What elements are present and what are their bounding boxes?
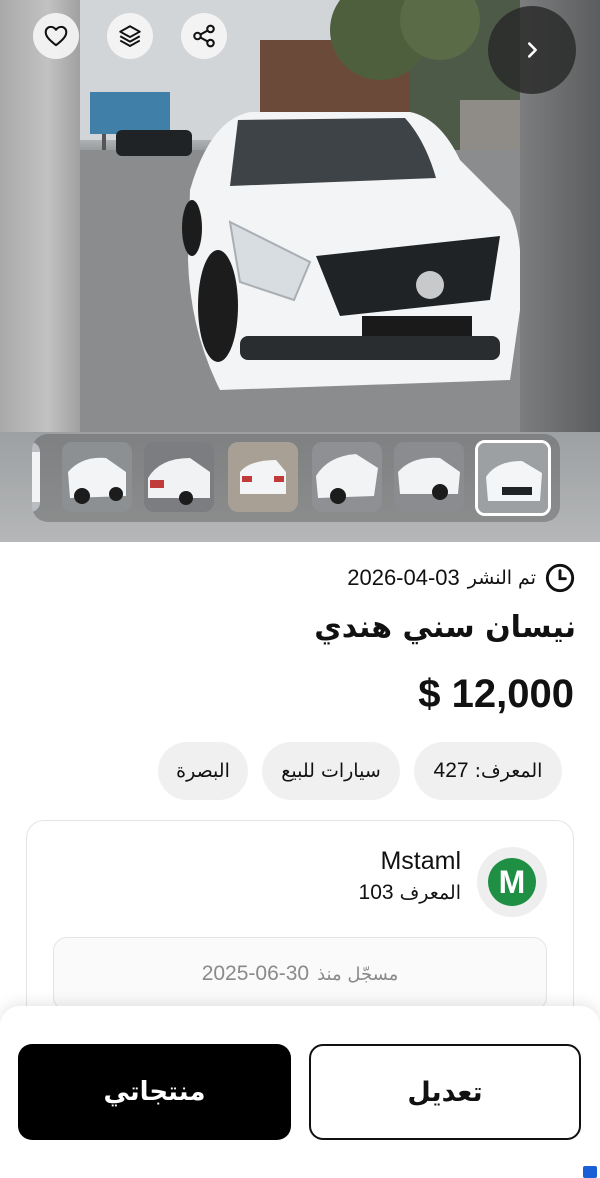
share-icon (193, 24, 215, 48)
seller-avatar[interactable]: M (477, 847, 547, 917)
listing-price: $ 12,000 (418, 672, 574, 716)
city-chip[interactable]: البصرة (158, 742, 248, 800)
thumbnail[interactable] (394, 442, 464, 512)
listing-id-chip: المعرف: 427 (414, 742, 562, 800)
heart-outline-icon (44, 25, 68, 47)
bottom-action-bar: منتجاتي تعديل (0, 1006, 600, 1178)
next-photo-button[interactable] (488, 6, 576, 94)
listing-title: نيسان سني هندي (314, 610, 576, 645)
clock-icon (545, 563, 575, 593)
thumbnail[interactable] (228, 442, 298, 512)
listing-id-value: 427 (433, 759, 469, 782)
thumbnail[interactable] (312, 442, 382, 512)
published-info: تم النشر 2026-04-03 (347, 560, 576, 596)
avatar-letter: M (488, 858, 536, 906)
thumbnail[interactable] (62, 442, 132, 512)
my-products-button[interactable]: منتجاتي (18, 1044, 291, 1140)
seller-name[interactable]: Mstaml (380, 847, 461, 876)
layers-button[interactable] (107, 13, 153, 59)
seller-id: المعرف 103 (359, 881, 461, 905)
share-button[interactable] (181, 13, 227, 59)
seller-id-value: 103 (358, 881, 394, 904)
edit-button[interactable]: تعديل (309, 1044, 581, 1140)
category-label: سيارات للبيع (281, 760, 381, 782)
city-label: البصرة (176, 760, 230, 782)
published-date: 2026-04-03 (347, 565, 460, 590)
info-badge-icon (583, 1166, 597, 1178)
thumbnail[interactable] (32, 442, 40, 512)
layers-icon (119, 25, 141, 47)
thumbnail-active[interactable] (475, 440, 551, 516)
category-chip[interactable]: سيارات للبيع (262, 742, 400, 800)
published-label: تم النشر (467, 567, 536, 589)
favorite-button[interactable] (33, 13, 79, 59)
registered-label: مسجّل منذ (317, 963, 399, 985)
listing-id-label: المعرف: (474, 760, 543, 782)
seller-id-label: المعرف (399, 882, 461, 904)
thumbnail[interactable] (144, 442, 214, 512)
main-photo[interactable] (80, 0, 520, 432)
registration-info: مسجّل منذ 2025-06-30 (53, 937, 547, 1011)
chevron-right-icon (527, 42, 537, 58)
thumbnail-strip[interactable] (32, 434, 560, 522)
registered-date: 2025-06-30 (201, 962, 310, 985)
image-gallery[interactable] (0, 0, 600, 542)
car-photo-illustration (80, 0, 520, 432)
